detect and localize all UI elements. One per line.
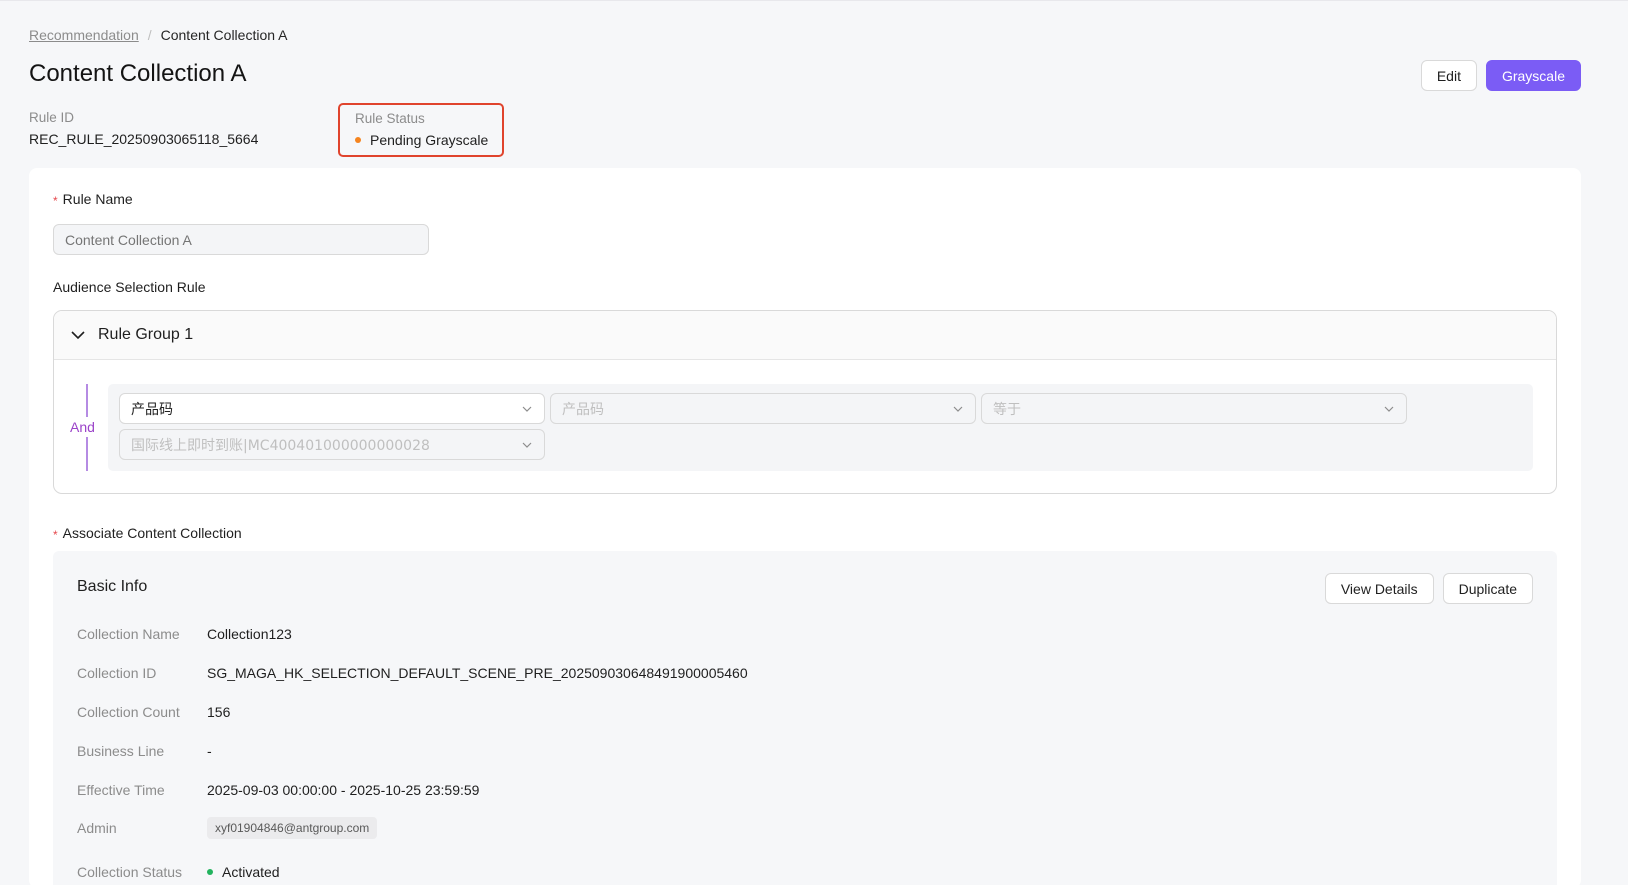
admin-tag: xyf01904846@antgroup.com <box>207 817 378 839</box>
info-row-collection-id: Collection ID SG_MAGA_HK_SELECTION_DEFAU… <box>77 665 748 681</box>
info-value: - <box>207 743 212 759</box>
rule-form-card: * Rule Name Audience Selection Rule Rule … <box>29 168 1581 885</box>
collection-actions: View Details Duplicate <box>1324 573 1533 604</box>
info-row-admin: Admin xyf01904846@antgroup.com <box>77 817 378 839</box>
info-label: Admin <box>77 820 117 836</box>
info-label: Collection Count <box>77 704 180 720</box>
associate-collection-label: * Associate Content Collection <box>53 525 242 542</box>
breadcrumb-current: Content Collection A <box>160 27 288 43</box>
info-label: Effective Time <box>77 782 165 798</box>
duplicate-button[interactable]: Duplicate <box>1442 573 1533 604</box>
audience-selection-label: Audience Selection Rule <box>53 279 206 295</box>
view-details-button[interactable]: View Details <box>1324 573 1434 604</box>
required-mark: * <box>53 528 58 542</box>
condition-source-select[interactable]: 产品码 <box>550 393 976 424</box>
rule-status-block: Rule Status Pending Grayscale <box>338 103 504 157</box>
chevron-down-icon <box>522 442 532 448</box>
rule-group-header[interactable]: Rule Group 1 <box>54 311 1556 360</box>
info-value: Collection123 <box>207 626 292 642</box>
info-label: Collection Status <box>77 864 183 880</box>
rule-status-label: Rule Status <box>355 111 425 126</box>
condition-value-text: 国际线上即时到账|MC400401000000000028 <box>131 437 430 454</box>
info-label: Collection ID <box>77 665 157 681</box>
condition-operator-select[interactable]: 等于 <box>981 393 1407 424</box>
info-label: Collection Name <box>77 626 180 642</box>
collection-status-text: Activated <box>222 864 280 880</box>
breadcrumb-link-recommendation[interactable]: Recommendation <box>29 27 139 43</box>
edit-button[interactable]: Edit <box>1420 60 1477 91</box>
rule-id-block: Rule ID REC_RULE_20250903065118_5664 <box>29 110 258 147</box>
condition-value-select[interactable]: 国际线上即时到账|MC400401000000000028 <box>119 429 545 460</box>
status-dot-icon <box>207 869 213 875</box>
required-mark: * <box>53 194 58 208</box>
chevron-down-icon <box>953 406 963 412</box>
basic-info-title: Basic Info <box>77 578 148 595</box>
rule-name-input[interactable] <box>53 224 429 255</box>
condition-area: 产品码 产品码 等于 国际线上即时到账|MC400401000000000028 <box>108 384 1533 471</box>
info-label: Business Line <box>77 743 165 759</box>
info-value: xyf01904846@antgroup.com <box>207 817 378 839</box>
info-row-collection-count: Collection Count 156 <box>77 704 230 720</box>
rule-group: Rule Group 1 And 产品码 产品码 等于 国际线上即时到账|MC4… <box>53 310 1557 494</box>
info-row-business-line: Business Line - <box>77 743 212 759</box>
top-divider <box>0 0 1628 1</box>
breadcrumb-separator: / <box>147 27 152 43</box>
chevron-down-icon <box>522 406 532 412</box>
rule-group-title: Rule Group 1 <box>98 326 194 343</box>
info-row-effective-time: Effective Time 2025-09-03 00:00:00 - 202… <box>77 782 479 798</box>
grayscale-button[interactable]: Grayscale <box>1485 60 1581 91</box>
condition-source-value: 产品码 <box>562 401 604 418</box>
rule-name-label-text: Rule Name <box>62 191 133 207</box>
collection-status-value: Activated <box>207 864 280 880</box>
associate-collection-label-text: Associate Content Collection <box>62 525 242 541</box>
info-value: 156 <box>207 704 231 720</box>
info-row-collection-name: Collection Name Collection123 <box>77 626 292 642</box>
collection-info-box: Basic Info View Details Duplicate Collec… <box>53 551 1557 885</box>
and-connector-label[interactable]: And <box>69 417 96 437</box>
condition-operator-value: 等于 <box>993 401 1021 418</box>
header-actions: Edit Grayscale <box>1420 60 1581 91</box>
rule-status-text: Pending Grayscale <box>370 132 489 148</box>
info-value: SG_MAGA_HK_SELECTION_DEFAULT_SCENE_PRE_2… <box>207 665 748 681</box>
rule-id-label: Rule ID <box>29 110 75 125</box>
rule-id-value: REC_RULE_20250903065118_5664 <box>29 131 259 147</box>
info-row-collection-status: Collection Status Activated <box>77 864 280 880</box>
chevron-down-icon <box>1384 406 1394 412</box>
condition-field-value: 产品码 <box>131 401 173 418</box>
status-dot-icon <box>355 137 361 143</box>
chevron-down-icon[interactable] <box>70 327 86 343</box>
condition-field-select[interactable]: 产品码 <box>119 393 545 424</box>
page-title: Content Collection A <box>29 60 247 87</box>
rule-status-value: Pending Grayscale <box>355 132 502 148</box>
rule-name-label: * Rule Name <box>53 191 133 208</box>
info-value: 2025-09-03 00:00:00 - 2025-10-25 23:59:5… <box>207 782 480 798</box>
breadcrumb: Recommendation / Content Collection A <box>29 27 287 43</box>
